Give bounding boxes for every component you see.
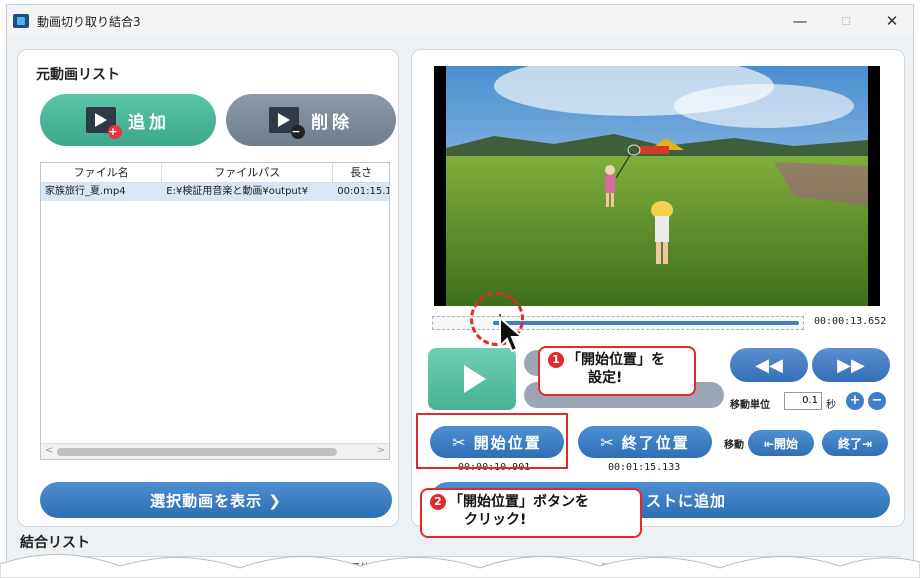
close-button[interactable]: ✕ xyxy=(869,5,915,37)
source-file-list[interactable]: ファイル名 ファイルパス 長さ 家族旅行_夏.mp4 E:¥検証用音楽と動画¥o… xyxy=(40,162,390,460)
step-value-input[interactable]: 0.1 xyxy=(784,392,822,410)
goto-start-button[interactable]: ⇤開始 xyxy=(748,430,814,456)
list-item[interactable]: 家族旅行_夏.mp4 E:¥検証用音楽と動画¥output¥ 00:01:15.… xyxy=(41,183,389,201)
step-decrease-button[interactable]: − xyxy=(868,392,886,410)
seconds-unit-label: 秒 xyxy=(826,400,836,411)
step-2-text-line1: 「開始位置」ボタンを xyxy=(449,494,589,510)
maximize-button[interactable]: ☐ xyxy=(823,5,869,37)
add-button-label: 追加 xyxy=(128,112,170,133)
step-2-badge: 2 xyxy=(430,494,446,510)
column-header-length[interactable]: 長さ xyxy=(333,163,389,182)
mouse-cursor-icon xyxy=(499,316,525,353)
rewind-button[interactable]: ◀◀ xyxy=(730,348,808,382)
step-1-text-line2: 設定! xyxy=(588,370,623,386)
add-video-button[interactable]: + 追加 xyxy=(40,94,216,146)
step-2-callout: 2 「開始位置」ボタンを クリック! xyxy=(420,488,642,538)
title-bar: 動画切り取り結合3 — ☐ ✕ xyxy=(7,5,913,37)
step-1-text-line1: 「開始位置」を xyxy=(567,352,665,368)
file-path-cell: E:¥検証用音楽と動画¥output¥ xyxy=(166,186,309,197)
scrollbar-thumb[interactable] xyxy=(57,448,337,456)
step-1-callout: 1 「開始位置」を 設定! xyxy=(538,346,696,396)
current-time-readout: 00:00:13.652 xyxy=(814,316,887,327)
show-selected-video-button[interactable]: 選択動画を表示 ❯ xyxy=(40,482,392,518)
app-logo-icon xyxy=(13,14,29,28)
step-increase-button[interactable]: + xyxy=(846,392,864,410)
column-header-filename[interactable]: ファイル名 xyxy=(41,163,163,182)
file-length-cell: 00:01:15.1: xyxy=(337,186,389,197)
start-button-highlight xyxy=(416,413,568,469)
selected-range-bar xyxy=(493,321,799,325)
video-preview[interactable] xyxy=(434,66,880,306)
end-position-label: 終了位置 xyxy=(621,433,690,452)
move-label: 移動 xyxy=(724,440,744,451)
window-title: 動画切り取り結合3 xyxy=(37,14,141,29)
step-1-badge: 1 xyxy=(548,352,564,368)
scroll-right-icon[interactable]: > xyxy=(377,445,385,456)
video-add-icon: + xyxy=(86,107,122,139)
file-name-cell: 家族旅行_夏.mp4 xyxy=(45,186,126,197)
add-to-list-label: リストに追加 xyxy=(630,491,727,510)
scissors-icon: ✂ xyxy=(600,432,614,452)
scroll-left-icon[interactable]: < xyxy=(45,445,53,456)
step-2-text-line2: クリック! xyxy=(464,512,527,528)
step-unit-label: 移動単位 xyxy=(730,400,770,411)
delete-video-button[interactable]: − 削除 xyxy=(226,94,396,146)
forward-button[interactable]: ▶▶ xyxy=(812,348,890,382)
end-time-readout: 00:01:15.133 xyxy=(608,462,681,473)
video-delete-icon: − xyxy=(269,107,305,139)
column-header-filepath[interactable]: ファイルパス xyxy=(162,163,334,182)
minimize-button[interactable]: — xyxy=(777,5,823,37)
goto-end-button[interactable]: 終了⇥ xyxy=(822,430,888,456)
list-header: ファイル名 ファイルパス 長さ xyxy=(41,163,389,183)
video-frame-image xyxy=(446,66,868,306)
play-button[interactable] xyxy=(428,348,516,410)
source-video-panel: 元動画リスト + 追加 − 削除 ファイル名 ファイルパス 長さ 家族旅行_夏.… xyxy=(17,49,399,527)
horizontal-scrollbar[interactable]: < > xyxy=(41,443,389,459)
torn-edge-decoration xyxy=(0,554,920,578)
end-position-button[interactable]: ✂ 終了位置 xyxy=(578,426,712,458)
source-list-title: 元動画リスト xyxy=(36,67,120,83)
delete-button-label: 削除 xyxy=(311,112,353,133)
